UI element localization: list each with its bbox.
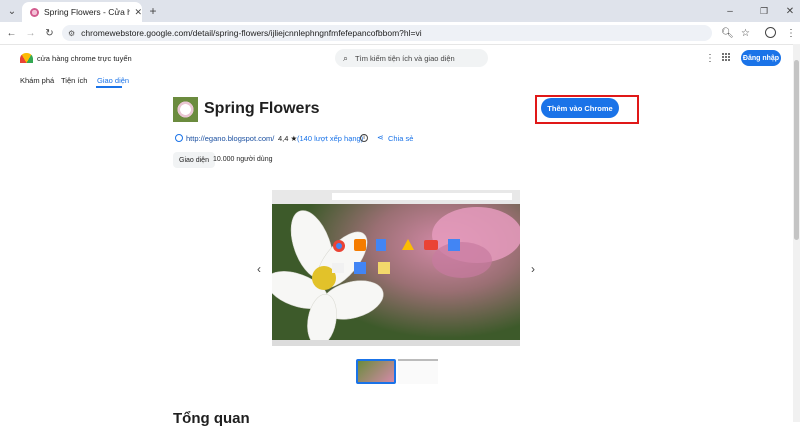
reload-icon[interactable]: ↻: [43, 26, 56, 40]
tab-close-icon[interactable]: ✕: [134, 7, 142, 18]
profile-icon[interactable]: [765, 27, 776, 38]
info-icon[interactable]: i: [360, 134, 368, 142]
rating-count-link[interactable]: (140 lượt xếp hạng): [297, 134, 363, 143]
share-link[interactable]: Chia sẻ: [388, 134, 413, 143]
search-icon: ⌕: [343, 52, 349, 63]
carousel-next-icon[interactable]: ›: [528, 262, 538, 276]
login-button[interactable]: Đăng nhập: [741, 50, 781, 66]
new-tab-icon[interactable]: +: [147, 4, 159, 18]
minimize-icon[interactable]: –: [723, 4, 737, 18]
overview-heading: Tổng quan: [173, 410, 250, 427]
nav-themes[interactable]: Giao diện: [97, 76, 129, 85]
store-search[interactable]: ⌕ Tìm kiếm tiện ích và giao diện: [335, 49, 488, 67]
nav-active-indicator: [96, 86, 122, 88]
thumbnail-1[interactable]: [356, 359, 396, 384]
store-more-icon[interactable]: ⋮: [705, 51, 715, 65]
window-close-icon[interactable]: ✕: [783, 4, 797, 18]
browser-menu-icon[interactable]: ⋮: [785, 26, 797, 40]
tab-active[interactable]: Spring Flowers - Cửa hàng Chro ✕: [22, 2, 142, 22]
bookmark-star-icon[interactable]: ☆: [739, 26, 752, 40]
theme-preview-image: [272, 190, 520, 346]
restore-icon[interactable]: ❐: [757, 4, 771, 18]
website-link[interactable]: http://egano.blogspot.com/: [186, 134, 274, 143]
category-label: Giao diện: [179, 156, 209, 164]
zoom-icon[interactable]: 🔍︎: [721, 26, 734, 40]
rating-value: 4,4 ★: [278, 134, 298, 143]
item-title: Spring Flowers: [204, 100, 320, 117]
user-count: 10.000 người dùng: [213, 156, 273, 163]
category-badge[interactable]: Giao diện: [173, 152, 215, 168]
share-icon[interactable]: ⋖: [377, 133, 384, 142]
verified-icon: [175, 134, 183, 142]
store-logo-icon[interactable]: [20, 53, 33, 63]
address-bar[interactable]: ⚙ chromewebstore.google.com/detail/sprin…: [62, 25, 712, 41]
preview-artwork: [272, 190, 520, 346]
apps-grid-icon[interactable]: [722, 53, 731, 62]
back-icon[interactable]: ←: [5, 26, 18, 40]
nav-discover[interactable]: Khám phá: [20, 76, 54, 85]
thumbnail-2[interactable]: [398, 359, 438, 384]
forward-icon[interactable]: →: [24, 26, 37, 40]
tab-title: Spring Flowers - Cửa hàng Chro: [44, 7, 131, 17]
theme-thumbnail-icon: [173, 97, 198, 122]
tab-favicon-icon: [30, 7, 39, 17]
carousel-prev-icon[interactable]: ‹: [254, 262, 264, 276]
tab-search-icon[interactable]: ⌄: [6, 5, 18, 17]
site-info-icon[interactable]: ⚙: [68, 29, 75, 38]
url-text: chromewebstore.google.com/detail/spring-…: [81, 28, 422, 38]
store-brand[interactable]: cửa hàng chrome trực tuyến: [37, 54, 132, 63]
highlight-box: [535, 95, 639, 124]
scrollbar-thumb[interactable]: [794, 60, 799, 240]
nav-extensions[interactable]: Tiện ích: [61, 76, 87, 85]
search-placeholder: Tìm kiếm tiện ích và giao diện: [355, 53, 455, 63]
